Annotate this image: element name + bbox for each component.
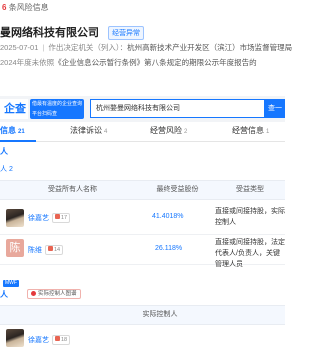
table-row: 徐嘉艺 18	[0, 325, 285, 360]
relation-count: 18	[61, 337, 68, 343]
abnormal-info-line: 2025-07-01 | 作出决定机关（列入）：杭州高新技术产业开发区（滨江）市场监…	[0, 43, 293, 52]
tab-label: 法律诉讼	[70, 126, 102, 135]
tab-count: 1	[266, 129, 270, 135]
avatar[interactable]: 陈	[6, 239, 24, 257]
benefit-type: 直接或间接持股，法定代表人/负责人，关键管理人员	[215, 239, 285, 268]
tab-count: 2	[184, 129, 188, 135]
avatar[interactable]	[6, 329, 24, 347]
tab-basic-info[interactable]: 信息 21	[0, 122, 36, 142]
benefit-type: 直接或间接持股，实际控制人	[215, 208, 285, 226]
info-authority-label: 作出决定机关（列入）：	[48, 43, 128, 52]
col-share: 最终受益股份	[156, 186, 199, 193]
control-title: 人	[0, 290, 8, 299]
company-title: 曼网络科技有限公司 经营异常	[0, 24, 145, 41]
relation-badge[interactable]: 14	[45, 245, 64, 255]
reason-year: 2024年度未依照	[0, 58, 55, 67]
relation-count: 17	[61, 215, 68, 221]
risk-label: 条风险信息	[8, 3, 49, 12]
chip-label: 实际控制人图谱	[38, 291, 77, 297]
col-type: 受益类型	[236, 186, 264, 193]
person-icon	[55, 336, 60, 341]
table-row: 徐嘉艺 17 41.4018% 直接或间接持股，实际控制人	[0, 200, 285, 235]
abnormal-reason-line: 2024年度未依照《企业信息公示暂行条例》第八条规定的期限公示年度报告的	[0, 57, 257, 68]
col-owner-name: 受益所有人名称	[48, 186, 97, 193]
tab-bar: 信息 21 法律诉讼 4 经营风险 2 经营信息 1	[0, 122, 285, 142]
section-count: 人 2	[0, 166, 13, 173]
share-value: 41.4018%	[152, 213, 184, 220]
search-bar: 企查 借最有温度的企业查询平台扫码查 杭州婺曼网络科技有限公司 查一	[0, 96, 285, 122]
tab-count: 4	[104, 129, 108, 135]
risk-summary[interactable]: 6 条风险信息	[2, 2, 49, 13]
control-table-header: 实际控制人	[0, 305, 285, 325]
relation-count: 14	[54, 247, 61, 253]
promo-banner[interactable]: 借最有温度的企业查询平台扫码查	[30, 99, 84, 119]
owner-name[interactable]: 徐嘉艺	[28, 213, 49, 223]
reason-text: 《企业信息公示暂行条例》第八条规定的期限公示年度报告的	[54, 58, 257, 67]
tab-label: 经营信息	[232, 126, 264, 135]
share-ratio: 26.118%	[155, 245, 182, 252]
company-name: 曼网络科技有限公司	[0, 27, 99, 39]
section-tag: MWF	[3, 280, 19, 287]
status-badge[interactable]: 经营异常	[108, 26, 145, 41]
info-date: 2025-07-01	[0, 43, 39, 52]
risk-count: 6	[2, 3, 7, 12]
tab-risk[interactable]: 经营风险 2	[150, 122, 187, 142]
company-risk-panel: 6 条风险信息 曼网络科技有限公司 经营异常 2025-07-01 | 作出决定机关…	[0, 0, 292, 95]
search-button[interactable]: 查一	[265, 99, 285, 118]
avatar[interactable]	[6, 209, 24, 227]
person-icon	[48, 246, 53, 251]
col-controller: 实际控制人	[142, 311, 178, 318]
owner-name[interactable]: 陈维	[28, 245, 42, 255]
graph-icon	[31, 291, 36, 297]
tab-label: 信息	[0, 126, 16, 135]
search-input[interactable]: 杭州婺曼网络科技有限公司	[90, 99, 265, 118]
info-authority: 杭州高新技术产业开发区（滨江）市场监督管理局	[127, 43, 293, 52]
tab-label: 经营风险	[150, 126, 182, 135]
controller-name[interactable]: 徐嘉艺	[28, 335, 49, 345]
relation-badge[interactable]: 17	[52, 213, 71, 223]
site-logo[interactable]: 企查	[0, 99, 28, 119]
tab-operations[interactable]: 经营信息 1	[232, 122, 269, 142]
table-row: 陈 陈维 14 26.118% 直接或间接持股，法定代表人/负责人，关键管理人员	[0, 235, 285, 268]
tab-legal[interactable]: 法律诉讼 4	[70, 122, 107, 142]
share-value: 26.118%	[155, 245, 183, 252]
control-graph-chip[interactable]: 实际控制人图谱	[27, 289, 81, 299]
section-title: 人	[0, 147, 8, 156]
owners-table-header: 受益所有人名称 最终受益股份 受益类型	[0, 180, 285, 200]
share-ratio: 41.4018%	[152, 213, 184, 220]
relation-badge[interactable]: 18	[52, 335, 71, 345]
person-icon	[55, 214, 60, 219]
tab-count: 21	[18, 129, 25, 135]
